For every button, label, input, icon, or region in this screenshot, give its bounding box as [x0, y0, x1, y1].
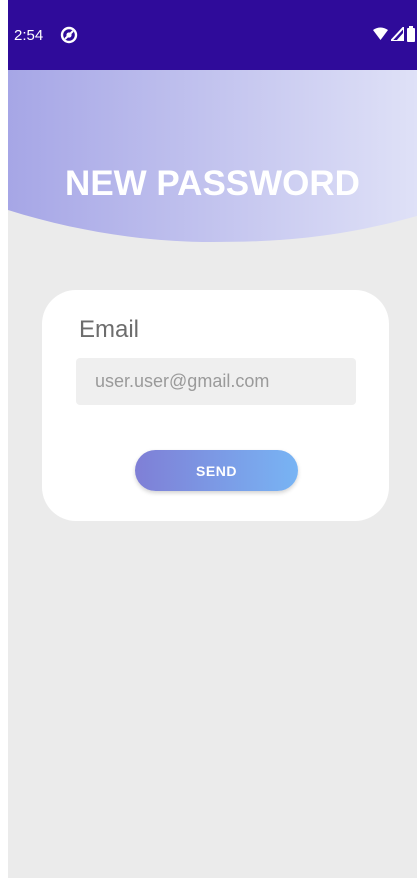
- status-icons: [373, 24, 415, 47]
- send-button[interactable]: SEND: [135, 450, 298, 491]
- email-field[interactable]: [76, 358, 356, 405]
- header-banner: NEW PASSWORD: [8, 70, 417, 242]
- battery-icon: [407, 26, 415, 47]
- app-screen: 2:54 NEW PASSWORD Email user.user@gmail.…: [8, 0, 417, 878]
- status-bar: 2:54: [8, 0, 417, 70]
- app-notification-icon: [60, 26, 78, 44]
- status-time: 2:54: [14, 27, 44, 44]
- wifi-icon: [373, 27, 388, 46]
- page-title: NEW PASSWORD: [65, 164, 360, 203]
- reset-form-card: Email SEND: [42, 290, 389, 521]
- signal-icon: [388, 24, 405, 46]
- email-label: Email: [79, 316, 140, 343]
- header-wave-background: [8, 70, 417, 242]
